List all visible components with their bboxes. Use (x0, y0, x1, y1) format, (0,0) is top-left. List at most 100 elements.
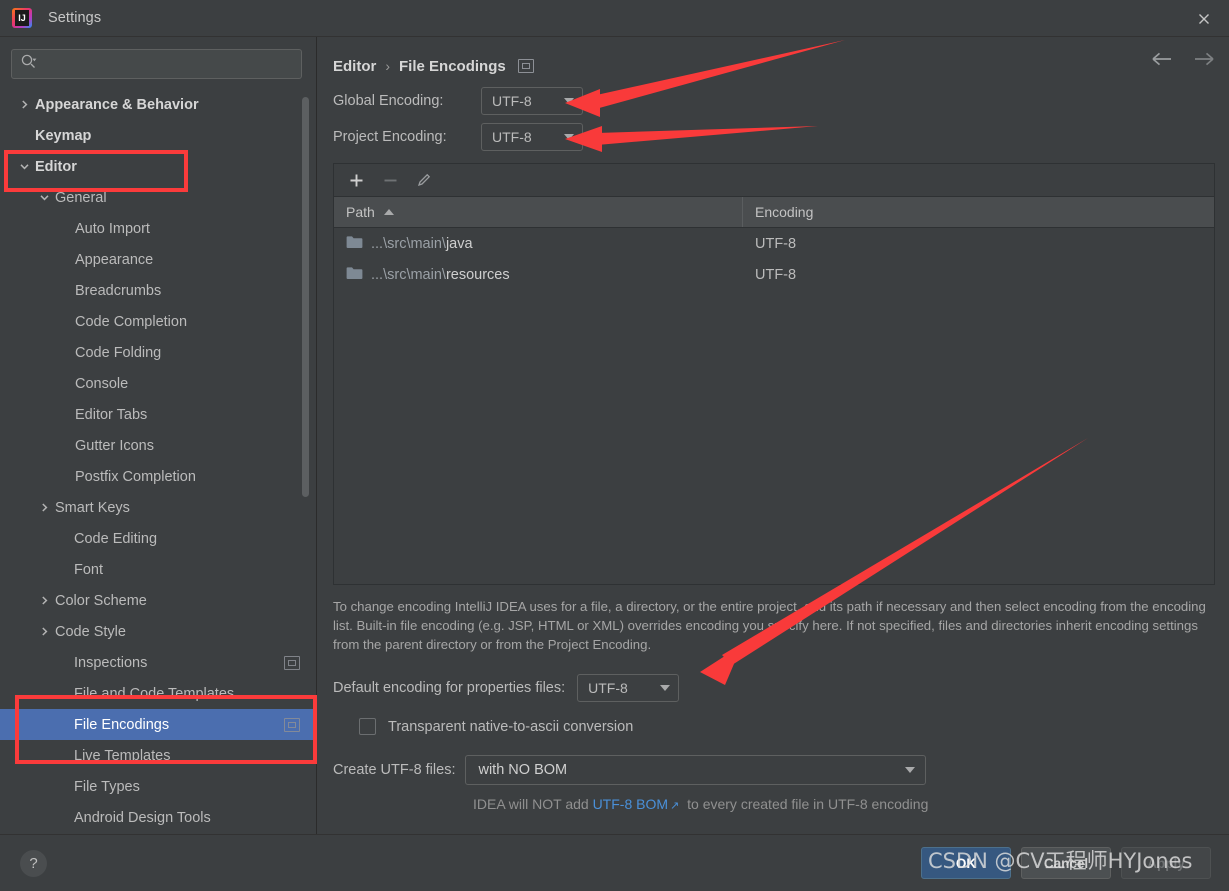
nav-arrows (1151, 51, 1215, 71)
transparent-conversion-label: Transparent native-to-ascii conversion (388, 718, 634, 735)
chevron-down-icon[interactable] (16, 159, 32, 175)
arrow-left-icon[interactable] (1151, 51, 1173, 71)
sidebar-item-code-completion[interactable]: Code Completion (0, 306, 316, 337)
sidebar-item-console[interactable]: Console (0, 368, 316, 399)
close-icon[interactable] (1193, 8, 1215, 30)
sidebar-item-smart-keys[interactable]: Smart Keys (0, 492, 316, 523)
settings-sidebar: Appearance & Behavior Keymap Editor General… (0, 37, 317, 834)
cell-path-prefix: ...\src\main\ (371, 235, 446, 252)
sidebar-item-label: Android Design Tools (74, 809, 211, 826)
sidebar-item-label: Live Templates (74, 747, 171, 764)
sidebar-item-breadcrumbs[interactable]: Breadcrumbs (0, 275, 316, 306)
column-header-encoding[interactable]: Encoding (743, 197, 1214, 227)
chevron-down-icon (564, 98, 574, 104)
chevron-right-icon[interactable] (16, 97, 32, 113)
sidebar-item-label: Code Editing (74, 530, 158, 547)
properties-encoding-row: Default encoding for properties files: U… (333, 674, 1215, 702)
sidebar-item-live-templates[interactable]: Live Templates (0, 740, 316, 771)
arrow-right-icon[interactable] (1193, 51, 1215, 71)
breadcrumb: Editor › File Encodings (333, 47, 1215, 85)
sidebar-item-code-editing[interactable]: Code Editing (0, 523, 316, 554)
sidebar-item-keymap[interactable]: Keymap (0, 120, 316, 151)
sidebar-item-file-encodings[interactable]: File Encodings (0, 709, 316, 740)
transparent-conversion-checkbox[interactable] (359, 718, 376, 735)
sidebar-item-auto-import[interactable]: Auto Import (0, 213, 316, 244)
sidebar-item-file-types[interactable]: File Types (0, 771, 316, 802)
cell-path-name: resources (445, 266, 510, 283)
sidebar-item-label: Postfix Completion (75, 468, 196, 485)
settings-tree[interactable]: Appearance & Behavior Keymap Editor General… (0, 87, 316, 834)
properties-encoding-value: UTF-8 (588, 680, 628, 696)
project-encoding-label: Project Encoding: (333, 129, 447, 145)
cancel-button[interactable]: Cancel (1021, 847, 1111, 879)
cell-path-prefix: ...\src\main\ (371, 266, 446, 283)
cell-encoding[interactable]: UTF-8 (743, 236, 1214, 252)
sidebar-item-label: File Encodings (74, 716, 170, 733)
table-row[interactable]: ...\src\main\resources UTF-8 (334, 259, 1214, 290)
sidebar-item-color-scheme[interactable]: Color Scheme (0, 585, 316, 616)
project-encoding-select[interactable]: UTF-8 (481, 123, 583, 151)
utf8-bom-link[interactable]: UTF-8 BOM (593, 796, 668, 812)
breadcrumb-current: File Encodings (399, 57, 506, 75)
ok-button[interactable]: OK (921, 847, 1011, 879)
sidebar-item-label: Color Scheme (55, 592, 147, 609)
remove-path-button[interactable] (380, 170, 400, 190)
sidebar-item-appearance-behavior[interactable]: Appearance & Behavior (0, 89, 316, 120)
sidebar-item-editor-tabs[interactable]: Editor Tabs (0, 399, 316, 430)
edit-path-button[interactable] (414, 170, 434, 190)
sidebar-item-font[interactable]: Font (0, 554, 316, 585)
chevron-down-icon[interactable] (36, 190, 52, 206)
cell-path-name: java (445, 235, 473, 252)
create-utf8-label: Create UTF-8 files: (333, 762, 456, 778)
add-path-button[interactable] (346, 170, 366, 190)
bom-note-before: IDEA will NOT add (473, 796, 593, 812)
sidebar-item-postfix-completion[interactable]: Postfix Completion (0, 461, 316, 492)
sidebar-item-appearance[interactable]: Appearance (0, 244, 316, 275)
search-input[interactable] (41, 55, 293, 73)
cell-path-text: ...\src\main\resources (371, 267, 510, 283)
sidebar-item-inspections[interactable]: Inspections (0, 647, 316, 678)
search-container (0, 37, 316, 87)
project-scope-icon (517, 59, 534, 73)
chevron-right-icon[interactable] (36, 593, 52, 609)
cell-encoding[interactable]: UTF-8 (743, 267, 1214, 283)
sidebar-item-label: Font (74, 561, 104, 578)
cell-path: ...\src\main\java (334, 235, 743, 253)
sidebar-scrollbar-thumb[interactable] (302, 97, 309, 497)
sidebar-item-general[interactable]: General (0, 182, 316, 213)
create-utf8-select[interactable]: with NO BOM (465, 755, 927, 785)
sidebar-item-label: Auto Import (75, 220, 150, 237)
sidebar-item-label: Appearance & Behavior (35, 96, 199, 113)
sidebar-item-file-and-code-templates[interactable]: File and Code Templates (0, 678, 316, 709)
sort-ascending-icon (383, 209, 394, 215)
help-button[interactable]: ? (20, 849, 47, 877)
sidebar-item-editor[interactable]: Editor (0, 151, 316, 182)
sidebar-scrollbar[interactable] (300, 87, 310, 834)
cell-path-text: ...\src\main\java (371, 236, 473, 252)
sidebar-item-gutter-icons[interactable]: Gutter Icons (0, 430, 316, 461)
global-encoding-select[interactable]: UTF-8 (481, 87, 583, 115)
project-encoding-row: Project Encoding: UTF-8 (333, 121, 1215, 153)
sidebar-item-android-design-tools[interactable]: Android Design Tools (0, 802, 316, 833)
project-scope-icon (284, 655, 300, 670)
chevron-right-icon[interactable] (36, 624, 52, 640)
table-toolbar (334, 164, 1214, 197)
create-utf8-row: Create UTF-8 files: with NO BOM (333, 755, 1215, 785)
project-scope-icon (284, 717, 300, 732)
apply-button[interactable]: Apply (1121, 847, 1211, 879)
sidebar-item-label: Breadcrumbs (75, 282, 162, 299)
column-header-path[interactable]: Path (334, 197, 743, 227)
sidebar-item-code-style[interactable]: Code Style (0, 616, 316, 647)
sidebar-item-label: Code Folding (75, 344, 162, 361)
project-encoding-value: UTF-8 (492, 129, 532, 145)
global-encoding-row: Global Encoding: UTF-8 (333, 85, 1215, 117)
sidebar-item-code-folding[interactable]: Code Folding (0, 337, 316, 368)
global-encoding-label: Global Encoding: (333, 93, 444, 109)
properties-encoding-select[interactable]: UTF-8 (577, 674, 680, 702)
sidebar-item-label: Editor (35, 158, 77, 175)
search-box[interactable] (11, 49, 302, 79)
table-row[interactable]: ...\src\main\java UTF-8 (334, 228, 1214, 259)
window-title: Settings (48, 10, 102, 26)
breadcrumb-parent[interactable]: Editor (333, 58, 376, 75)
chevron-right-icon[interactable] (36, 500, 52, 516)
